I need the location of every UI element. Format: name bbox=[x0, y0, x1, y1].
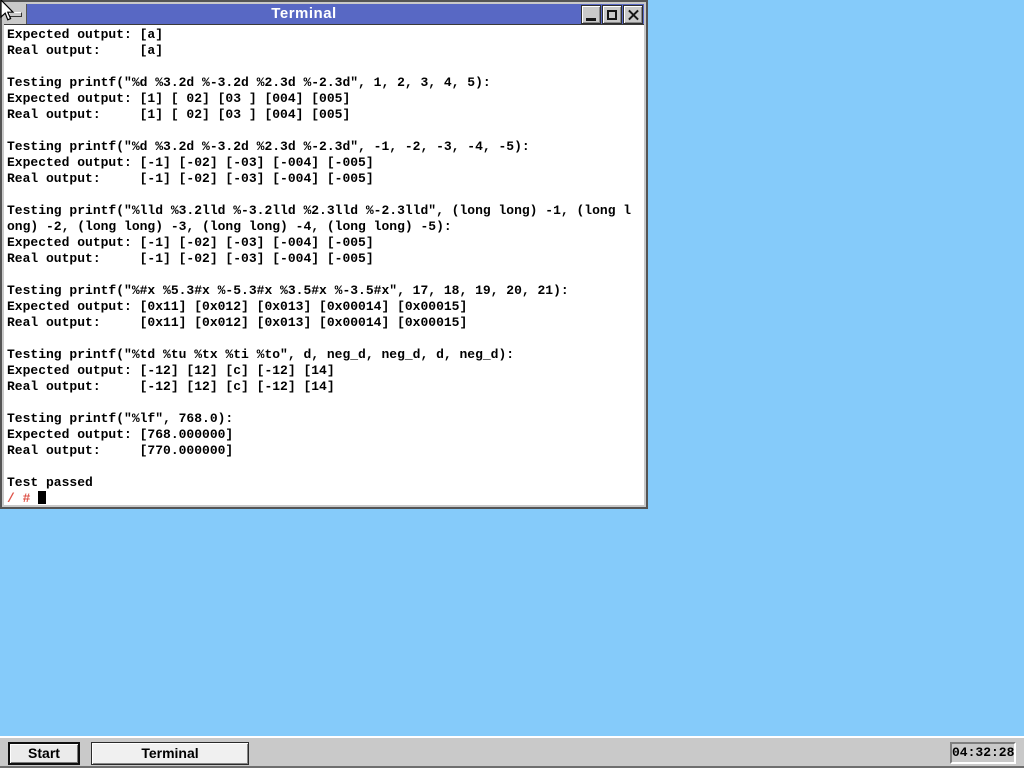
maximize-icon bbox=[607, 10, 617, 20]
terminal-window: Terminal Expected output: [a] Real outpu… bbox=[2, 2, 646, 507]
close-button[interactable] bbox=[623, 5, 643, 24]
taskbar-clock: 04:32:28 bbox=[950, 742, 1016, 764]
titlebar-buttons bbox=[581, 4, 644, 24]
taskbar-window-button[interactable]: Terminal bbox=[91, 742, 249, 765]
terminal-output: Expected output: [a] Real output: [a] Te… bbox=[7, 27, 644, 491]
desktop: { "desktop": { "bg_color": "#85CBFA" }, … bbox=[0, 0, 1024, 768]
prompt-line: / # bbox=[7, 491, 644, 505]
window-title: Terminal bbox=[27, 4, 581, 24]
minimize-button[interactable] bbox=[581, 5, 601, 24]
titlebar[interactable]: Terminal bbox=[4, 4, 644, 25]
mouse-cursor-icon bbox=[0, 0, 16, 24]
close-icon bbox=[628, 9, 639, 20]
text-cursor bbox=[38, 491, 46, 504]
terminal-screen[interactable]: Expected output: [a] Real output: [a] Te… bbox=[4, 25, 644, 505]
shell-prompt: / # bbox=[7, 491, 30, 505]
maximize-button[interactable] bbox=[602, 5, 622, 24]
start-button[interactable]: Start bbox=[8, 742, 80, 765]
minimize-icon bbox=[586, 18, 596, 21]
taskbar: Start Terminal 04:32:28 bbox=[0, 736, 1024, 768]
